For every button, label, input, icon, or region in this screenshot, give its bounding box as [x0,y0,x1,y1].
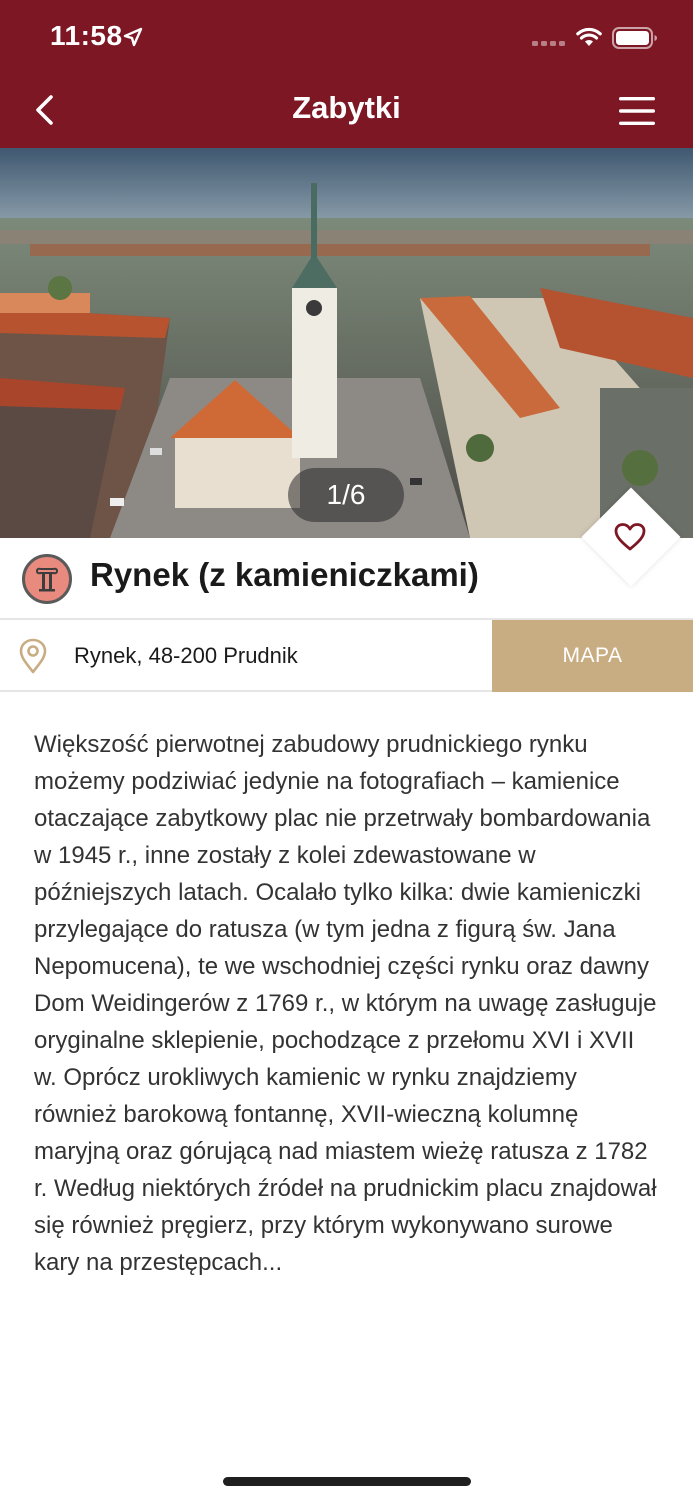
place-title: Rynek (z kamieniczkami) [90,556,479,593]
map-button[interactable]: MAPA [492,620,693,692]
title-row: Rynek (z kamieniczkami) [0,538,693,620]
location-pin-icon [19,638,47,674]
location-arrow-icon [123,27,143,47]
photo-page-indicator: 1/6 [288,468,404,522]
status-time: 11:58 [50,20,123,51]
battery-icon [612,27,657,49]
address-text: Rynek, 48-200 Prudnik [74,643,298,668]
address-row: Rynek, 48-200 Prudnik MAPA [0,620,693,692]
cellular-signal-icon [532,41,565,46]
home-indicator[interactable] [223,1477,471,1486]
screen: 11:58 Zabytki 1/6 Rynek (z kamieniczkami… [0,0,693,1500]
page-title: Zabytki [292,90,401,125]
heart-icon[interactable] [614,522,646,552]
header: 11:58 Zabytki [0,0,693,148]
column-icon [22,554,72,604]
description-text: Większość pierwotnej zabudowy prudnickie… [34,731,657,1276]
wifi-icon [576,27,602,46]
hamburger-menu-icon[interactable] [618,95,656,127]
